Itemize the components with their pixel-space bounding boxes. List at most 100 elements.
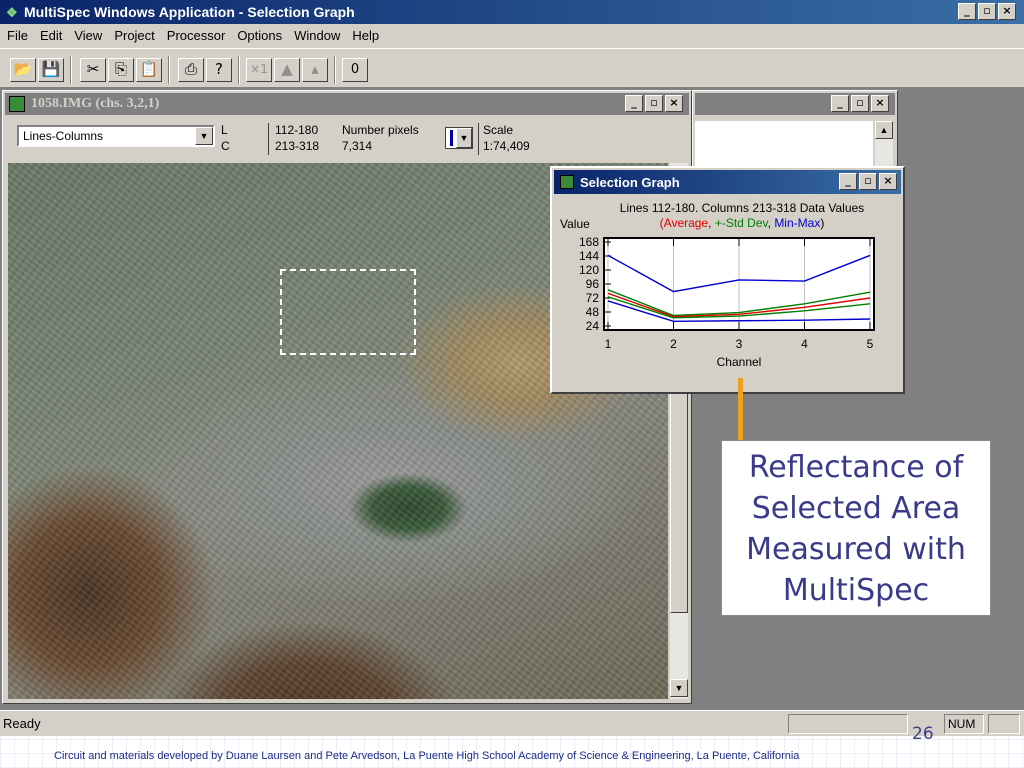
scroll-down-icon[interactable]: ▼ [670, 679, 688, 697]
x-tick-label: 1 [605, 337, 612, 351]
callout-box: Reflectance of Selected Area Measured wi… [721, 440, 991, 616]
status-bar: Ready NUM [0, 710, 1024, 736]
columns-range: 213-318 [275, 139, 320, 153]
minimize-button[interactable]: _ [958, 3, 976, 20]
app-title: MultiSpec Windows Application - Selectio… [24, 4, 355, 20]
secondary-close-button[interactable]: × [871, 95, 889, 112]
y-tick-label: 96 [586, 277, 600, 291]
toolbar-separator [168, 56, 170, 84]
copy-icon[interactable]: ⎘ [108, 58, 134, 82]
chart-legend: (Average, +-Std Dev, Min-Max) [660, 216, 825, 230]
menu-edit[interactable]: Edit [39, 24, 69, 48]
y-tick-label: 120 [579, 263, 599, 277]
graph-minimize-button[interactable]: _ [839, 173, 857, 190]
units-indicator [450, 130, 453, 146]
coordinate-mode-select[interactable]: Lines-Columns ▼ [17, 125, 215, 147]
zoom-out-icon[interactable]: ▴ [302, 58, 328, 82]
slide-footer: 26 Circuit and materials developed by Du… [0, 724, 1024, 768]
callout-line-1: Reflectance of [748, 450, 964, 485]
graph-close-button[interactable]: × [879, 173, 897, 190]
x-tick-labels: 1 2 3 4 5 [605, 337, 874, 351]
legend-separator: , [768, 216, 775, 230]
y-tick-label: 144 [579, 249, 599, 263]
y-tick-label: 168 [579, 235, 599, 249]
toolbar: 📂 💾 ✂ ⎘ 📋 ⎙ ? ×1 ▲ ▴ 0 [0, 48, 1024, 88]
restore-button[interactable]: ▫ [978, 3, 996, 20]
x-tick-label: 4 [801, 337, 808, 351]
zoom-in-icon[interactable]: ▲ [274, 58, 300, 82]
image-maximize-button[interactable]: ▫ [645, 95, 663, 112]
secondary-maximize-button[interactable]: ▫ [851, 95, 869, 112]
image-minimize-button[interactable]: _ [625, 95, 643, 112]
menu-options[interactable]: Options [236, 24, 289, 48]
secondary-window-content [695, 121, 873, 169]
menu-processor[interactable]: Processor [166, 24, 233, 48]
paste-icon[interactable]: 📋 [136, 58, 162, 82]
open-icon[interactable]: 📂 [10, 58, 36, 82]
chevron-down-icon[interactable]: ▼ [195, 127, 213, 145]
y-axis-label: Value [560, 217, 590, 231]
save-icon[interactable]: 💾 [38, 58, 64, 82]
scroll-up-icon[interactable]: ▲ [875, 121, 893, 139]
info-divider [268, 123, 269, 155]
credit-text: Circuit and materials developed by Duane… [54, 750, 800, 762]
close-button[interactable]: × [998, 3, 1016, 20]
print-icon[interactable]: ⎙ [178, 58, 204, 82]
cut-icon[interactable]: ✂ [80, 58, 106, 82]
secondary-window-title-bar: _ ▫ × [695, 93, 895, 115]
y-tick-label: 72 [586, 291, 600, 305]
zoom-x1-icon[interactable]: ×1 [246, 58, 272, 82]
image-window-title-bar: 1058.IMG (chs. 3,2,1) _ ▫ × [5, 93, 689, 115]
legend-close-paren: ) [820, 216, 824, 230]
selection-graph-title-bar: Selection Graph _ ▫ × [554, 170, 901, 194]
toolbar-separator [238, 56, 240, 84]
number-pixels-label: Number pixels [342, 123, 419, 137]
area-units-select[interactable]: ▼ [445, 127, 473, 149]
x-tick-label: 5 [867, 337, 874, 351]
scale-value: 1:74,409 [483, 139, 530, 153]
toolbar-separator [70, 56, 72, 84]
help-icon[interactable]: ? [206, 58, 232, 82]
status-panel [988, 714, 1020, 734]
legend-std-dev: +-Std Dev [715, 216, 769, 230]
lines-range: 112-180 [275, 123, 319, 137]
chart-title: Lines 112-180. Columns 213-318 Data Valu… [620, 201, 864, 215]
selection-graph-chart: Lines 112-180. Columns 213-318 Data Valu… [560, 201, 875, 369]
app-window-controls: _ ▫ × [958, 3, 1016, 20]
legend-separator: , [708, 216, 715, 230]
scale-label: Scale [483, 123, 514, 137]
menu-file[interactable]: File [6, 24, 35, 48]
secondary-minimize-button[interactable]: _ [831, 95, 849, 112]
callout-line-4: MultiSpec [782, 573, 930, 608]
multispec-app-icon: ❖ [6, 5, 18, 20]
app-title-bar: ❖ MultiSpec Windows Application - Select… [0, 0, 1024, 24]
y-tick-labels: 24487296120144168 [579, 235, 599, 333]
x-tick-label: 2 [670, 337, 677, 351]
y-tick-label: 24 [586, 319, 600, 333]
callout-line-3: Measured with [746, 532, 966, 567]
secondary-window: _ ▫ × ▲ [692, 90, 898, 170]
menu-help[interactable]: Help [351, 24, 386, 48]
selection-rectangle[interactable] [280, 269, 416, 355]
graph-maximize-button[interactable]: ▫ [859, 173, 877, 190]
number-pixels-value: 7,314 [342, 139, 373, 153]
graph-doc-icon [560, 175, 574, 189]
menu-window[interactable]: Window [293, 24, 347, 48]
x-tick-label: 3 [736, 337, 743, 351]
chevron-down-icon[interactable]: ▼ [456, 128, 472, 148]
line-label: L [221, 123, 228, 137]
status-text: Ready [3, 716, 41, 731]
column-label: C [221, 139, 230, 153]
image-close-button[interactable]: × [665, 95, 683, 112]
overlay-icon[interactable]: 0 [342, 58, 368, 82]
selection-graph-title: Selection Graph [580, 175, 680, 190]
toolbar-separator [334, 56, 336, 84]
menu-project[interactable]: Project [113, 24, 161, 48]
legend-average: Average [664, 216, 709, 230]
info-divider [478, 123, 479, 155]
x-axis-label: Channel [717, 355, 762, 369]
secondary-scrollbar[interactable]: ▲ [875, 121, 893, 169]
menu-view[interactable]: View [73, 24, 109, 48]
selection-graph-window: Selection Graph _ ▫ × Lines 112-180. Col… [550, 166, 905, 394]
legend-min-max: Min-Max [774, 216, 820, 230]
